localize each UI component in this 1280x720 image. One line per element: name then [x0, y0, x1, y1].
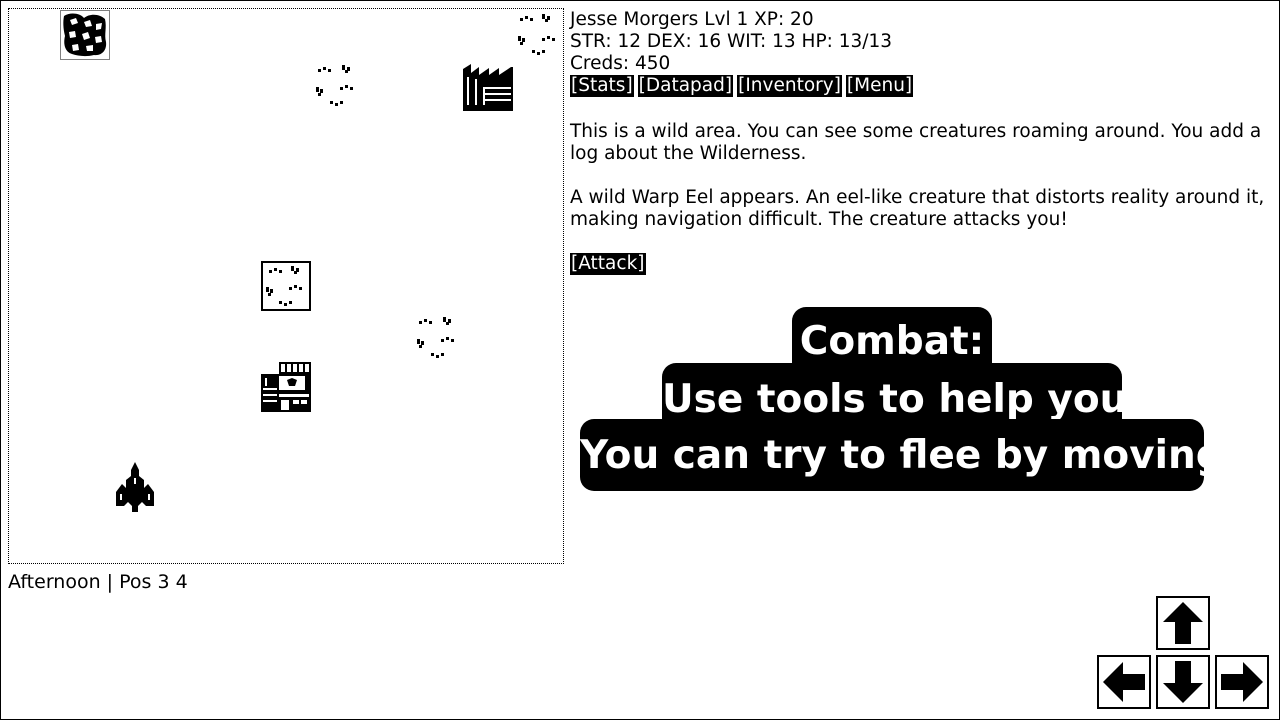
main-menu: [Stats] [Datapad] [Inventory] [Menu]	[570, 75, 1270, 99]
creature-herd-tile[interactable]	[514, 10, 564, 60]
inventory-button[interactable]: [Inventory]	[737, 75, 842, 97]
spaceship-icon	[116, 462, 154, 512]
player-attributes: STR: 12 DEX: 16 WIT: 13 HP: 13/13	[570, 31, 893, 52]
food-shop-tile[interactable]	[261, 362, 311, 412]
player-summary: Jesse Morgers Lvl 1 XP: 20	[570, 9, 814, 30]
world-map[interactable]	[8, 8, 564, 564]
creature-herd-tile[interactable]	[413, 313, 463, 363]
combat-actions: [Attack]	[570, 253, 1270, 275]
creature-herd-icon	[316, 65, 353, 106]
asteroid-tile[interactable]	[60, 10, 110, 60]
move-right-button[interactable]	[1215, 655, 1269, 709]
move-down-button[interactable]	[1156, 655, 1210, 709]
datapad-button[interactable]: [Datapad]	[637, 75, 734, 97]
move-up-button[interactable]	[1156, 596, 1210, 650]
move-left-button[interactable]	[1097, 655, 1151, 709]
factory-tile[interactable]	[463, 61, 513, 111]
asteroid-icon	[60, 10, 110, 60]
arrow-down-icon	[1163, 661, 1203, 703]
creature-herd-icon	[261, 261, 311, 311]
attack-button[interactable]: [Attack]	[570, 253, 646, 275]
time-position-status: Afternoon | Pos 3 4	[8, 571, 188, 593]
info-panel: Jesse Morgers Lvl 1 XP: 20 STR: 12 DEX: …	[570, 9, 1270, 275]
player-ship-tile	[110, 462, 160, 512]
arrow-right-icon	[1221, 662, 1263, 702]
arrow-left-icon	[1103, 662, 1145, 702]
player-credits: Creds: 450	[570, 53, 671, 74]
encounter-description: A wild Warp Eel appears. An eel-like cre…	[570, 187, 1265, 230]
stats-button[interactable]: [Stats]	[570, 75, 634, 97]
combat-tutorial-tip: Combat: Use tools to help you. You can t…	[580, 307, 1239, 491]
menu-button[interactable]: [Menu]	[845, 75, 914, 97]
factory-icon	[463, 64, 513, 111]
food-shop-icon	[261, 362, 311, 412]
creature-encounter-tile[interactable]	[261, 261, 311, 311]
area-description: This is a wild area. You can see some cr…	[570, 121, 1262, 164]
creature-herd-icon	[518, 14, 555, 55]
arrow-up-icon	[1163, 602, 1203, 644]
creature-herd-tile[interactable]	[312, 61, 362, 111]
creature-herd-icon	[417, 317, 454, 358]
tip-line-flee: You can try to flee by moving.	[580, 419, 1239, 491]
